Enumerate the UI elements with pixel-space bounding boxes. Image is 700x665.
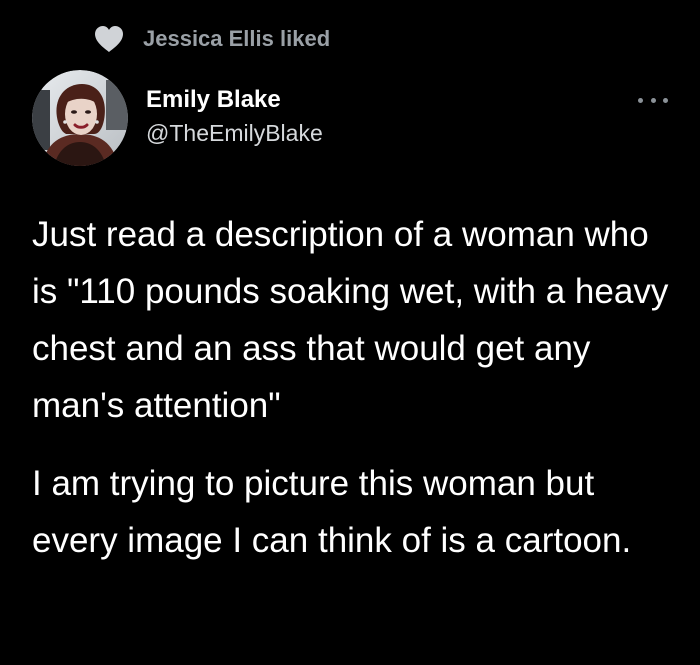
- tweet-text-paragraph-1: Just read a description of a woman who i…: [32, 215, 669, 425]
- dot: [638, 97, 643, 103]
- heart-icon: [95, 26, 123, 52]
- dot: [663, 97, 668, 103]
- dot: [650, 97, 656, 103]
- tweet-text-paragraph-2: I am trying to picture this woman but ev…: [32, 464, 632, 560]
- social-context: Jessica Ellis liked: [94, 22, 330, 56]
- more-options-icon[interactable]: [638, 90, 668, 110]
- author-display-name[interactable]: Emily Blake: [146, 86, 281, 114]
- liked-by-text[interactable]: Jessica Ellis liked: [143, 26, 330, 52]
- author-handle[interactable]: @TheEmilyBlake: [146, 120, 323, 147]
- avatar[interactable]: [32, 70, 128, 166]
